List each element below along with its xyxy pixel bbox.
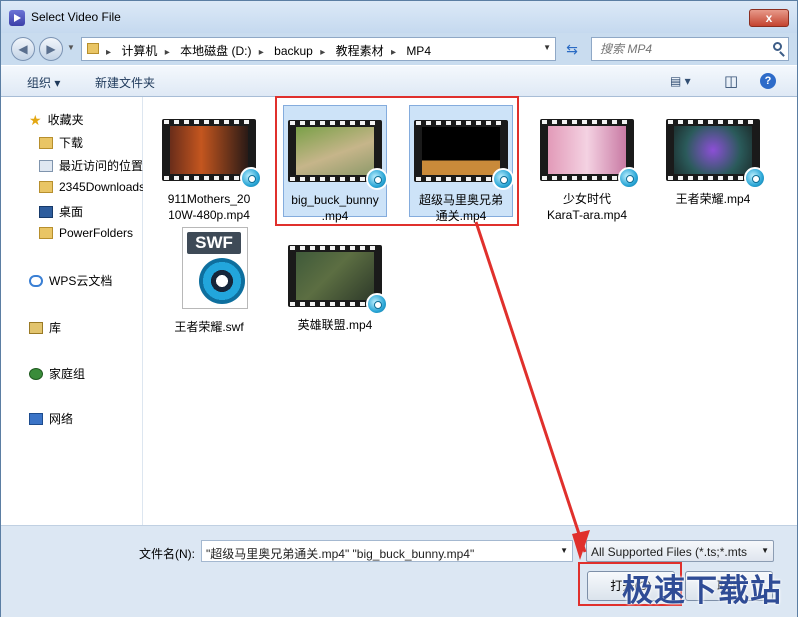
swf-file-icon: SWF bbox=[182, 227, 248, 309]
filename-label: 文件名(N): bbox=[139, 547, 195, 561]
sidebar-item-downloads[interactable]: 下载 bbox=[39, 134, 83, 151]
folder-icon bbox=[87, 43, 99, 54]
command-toolbar: 组织 ▾ 新建文件夹 ▤ ▾ ◫ ? bbox=[1, 65, 797, 97]
filename-input[interactable]: "超级马里奥兄弟通关.mp4" "big_buck_bunny.mp4" ▼ bbox=[201, 540, 573, 562]
breadcrumb-computer[interactable]: 计算机 bbox=[121, 44, 157, 58]
breadcrumb-tutorial[interactable]: 教程素材 bbox=[336, 44, 384, 58]
video-thumbnail bbox=[288, 245, 388, 315]
sidebar-label: 最近访问的位置 bbox=[59, 159, 144, 173]
breadcrumb-separator: ▸ bbox=[258, 47, 264, 58]
help-icon[interactable]: ? bbox=[760, 73, 776, 89]
view-options-icon[interactable]: ▤ ▾ bbox=[670, 74, 691, 88]
search-input[interactable] bbox=[598, 41, 762, 57]
video-thumbnail bbox=[666, 119, 766, 189]
breadcrumb-separator: ▸ bbox=[164, 47, 170, 58]
media-player-badge-icon bbox=[240, 167, 262, 189]
file-name: 王者荣耀.mp4 bbox=[675, 192, 751, 206]
sidebar-item-favorites[interactable]: ★ 收藏夹 bbox=[29, 111, 84, 129]
cloud-icon bbox=[29, 275, 43, 287]
forward-button[interactable]: ▶ bbox=[39, 37, 63, 61]
file-item-honor-of-kings-mp4[interactable]: 王者荣耀.mp4 bbox=[661, 119, 766, 207]
refresh-icon[interactable]: ⇆ bbox=[560, 37, 584, 61]
chevron-down-icon[interactable]: ▼ bbox=[560, 546, 568, 555]
star-icon: ★ bbox=[29, 112, 42, 128]
navigation-bar: ◀ ▶ ▼ ▸ 计算机 ▸ 本地磁盘 (D:) ▸ backup ▸ 教程素材 … bbox=[1, 33, 797, 65]
library-icon bbox=[29, 322, 43, 334]
breadcrumb-drive-d[interactable]: 本地磁盘 (D:) bbox=[180, 44, 251, 58]
chevron-down-icon[interactable]: ▼ bbox=[761, 546, 769, 555]
file-item-girls-generation[interactable]: 少女时代 KaraT-ara.mp4 bbox=[535, 119, 640, 223]
close-button[interactable]: x bbox=[749, 9, 789, 27]
sidebar-label: 下载 bbox=[59, 136, 84, 150]
sidebar-item-network[interactable]: 网络 bbox=[29, 410, 73, 427]
sidebar-label: 桌面 bbox=[59, 205, 84, 219]
file-name: 英雄联盟.mp4 bbox=[297, 318, 373, 332]
sidebar-item-2345downloads[interactable]: 2345Downloads bbox=[39, 180, 145, 194]
breadcrumb-mp4[interactable]: MP4 bbox=[406, 44, 431, 58]
video-thumbnail bbox=[540, 119, 640, 189]
breadcrumb: ▸ 计算机 ▸ 本地磁盘 (D:) ▸ backup ▸ 教程素材 ▸ MP4 bbox=[106, 42, 435, 59]
sidebar-label: 家庭组 bbox=[49, 367, 86, 381]
sidebar-item-recent[interactable]: 最近访问的位置 bbox=[39, 157, 143, 174]
address-dropdown-icon[interactable]: ▼ bbox=[543, 43, 551, 52]
media-player-badge-icon bbox=[744, 167, 766, 189]
file-item-league-of-legends[interactable]: 英雄联盟.mp4 bbox=[283, 245, 388, 333]
breadcrumb-separator: ▸ bbox=[320, 47, 326, 58]
breadcrumb-separator: ▸ bbox=[390, 47, 396, 58]
file-name: 911Mothers_20 10W-480p.mp4 bbox=[167, 192, 251, 222]
file-name: 少女时代 KaraT-ara.mp4 bbox=[546, 192, 628, 222]
window-title: Select Video File bbox=[31, 10, 121, 24]
recent-pages-dropdown-icon[interactable]: ▼ bbox=[67, 43, 75, 52]
swf-thumbnail: SWF bbox=[162, 227, 256, 315]
dialog-window: Select Video File x ◀ ▶ ▼ ▸ 计算机 ▸ 本地磁盘 (… bbox=[0, 0, 798, 617]
back-button[interactable]: ◀ bbox=[11, 37, 35, 61]
video-thumbnail bbox=[162, 119, 262, 189]
disc-icon bbox=[199, 258, 245, 304]
sidebar-label: WPS云文档 bbox=[49, 274, 113, 288]
title-bar: Select Video File x bbox=[1, 1, 797, 33]
sidebar-label: PowerFolders bbox=[59, 226, 134, 240]
folder-icon bbox=[39, 181, 53, 193]
network-icon bbox=[29, 413, 43, 425]
search-box[interactable] bbox=[591, 37, 789, 61]
sidebar-item-library[interactable]: 库 bbox=[29, 319, 61, 336]
homegroup-icon bbox=[29, 368, 43, 380]
sidebar-item-wps-cloud[interactable]: WPS云文档 bbox=[29, 272, 112, 289]
sidebar-item-homegroup[interactable]: 家庭组 bbox=[29, 365, 85, 382]
file-type-filter[interactable]: All Supported Files (*.ts;*.mts ▼ bbox=[586, 540, 774, 562]
sidebar-label: 网络 bbox=[49, 412, 74, 426]
filter-value: All Supported Files (*.ts;*.mts bbox=[591, 545, 748, 559]
recent-places-icon bbox=[39, 160, 53, 172]
app-icon bbox=[9, 10, 25, 26]
organize-menu[interactable]: 组织 ▾ bbox=[27, 74, 60, 91]
download-folder-icon bbox=[39, 137, 53, 149]
file-name: 王者荣耀.swf bbox=[174, 320, 244, 334]
preview-pane-icon[interactable]: ◫ bbox=[724, 72, 738, 90]
search-icon[interactable] bbox=[773, 42, 782, 51]
file-item-911mothers[interactable]: 911Mothers_20 10W-480p.mp4 bbox=[157, 119, 262, 223]
media-player-badge-icon bbox=[618, 167, 640, 189]
sidebar-item-powerfolders[interactable]: PowerFolders bbox=[39, 226, 133, 240]
navigation-pane: ★ 收藏夹 下载 最近访问的位置 2345Downloads 桌面 PowerFo… bbox=[1, 97, 145, 525]
media-player-badge-icon bbox=[366, 293, 388, 315]
selection-highlight-box bbox=[275, 96, 519, 226]
breadcrumb-separator: ▸ bbox=[106, 47, 112, 58]
file-item-honor-of-kings-swf[interactable]: SWF 王者荣耀.swf bbox=[157, 227, 261, 335]
desktop-icon bbox=[39, 206, 53, 218]
sidebar-item-desktop[interactable]: 桌面 bbox=[39, 203, 83, 220]
sidebar-label: 库 bbox=[49, 321, 62, 335]
new-folder-button[interactable]: 新建文件夹 bbox=[95, 74, 155, 91]
address-bar[interactable]: ▸ 计算机 ▸ 本地磁盘 (D:) ▸ backup ▸ 教程素材 ▸ MP4 … bbox=[81, 37, 556, 61]
filename-value: "超级马里奥兄弟通关.mp4" "big_buck_bunny.mp4" bbox=[206, 547, 475, 561]
folder-icon bbox=[39, 227, 53, 239]
sidebar-label: 收藏夹 bbox=[47, 113, 84, 127]
breadcrumb-backup[interactable]: backup bbox=[274, 44, 313, 58]
watermark-logo: 极速下载站 bbox=[622, 573, 782, 608]
sidebar-label: 2345Downloads bbox=[59, 180, 146, 194]
swf-tag: SWF bbox=[187, 232, 241, 254]
